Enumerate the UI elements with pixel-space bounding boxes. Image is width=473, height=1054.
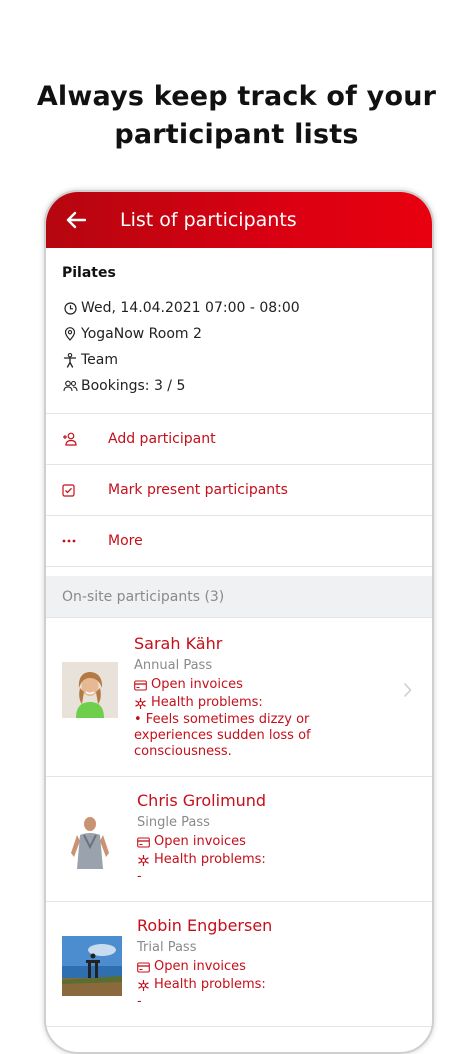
- course-datetime-row: Wed, 14.04.2021 07:00 - 08:00: [62, 295, 416, 321]
- course-name: Pilates: [62, 265, 116, 281]
- marketing-headline: Always keep track of your participant li…: [0, 78, 473, 154]
- open-invoices[interactable]: Open invoices: [137, 833, 266, 851]
- participant-name: Sarah Kähr: [134, 634, 223, 653]
- mark-present-button[interactable]: Mark present participants: [46, 465, 432, 516]
- health-problems-detail: -: [137, 869, 142, 884]
- course-bookings: Bookings: 3 / 5: [81, 378, 186, 394]
- health-problems-detail: -: [137, 994, 142, 1009]
- avatar: [62, 936, 122, 996]
- add-participant-label: Add participant: [108, 431, 216, 447]
- phone-frame: List of participants Pilates Wed, 14.04.…: [44, 190, 434, 1054]
- open-invoices[interactable]: Open invoices: [134, 676, 384, 694]
- course-bookings-row: Bookings: 3 / 5: [62, 373, 416, 399]
- person-stretch-icon: [62, 352, 78, 368]
- health-problems: Health problems:: [137, 851, 266, 869]
- checkbox-icon: [46, 483, 92, 497]
- participant-row[interactable]: Robin Engbersen Trial Pass Open invoices…: [46, 902, 432, 1027]
- course-info: Pilates Wed, 14.04.2021 07:00 - 08:00 Yo…: [46, 248, 432, 414]
- health-icon: [137, 853, 151, 867]
- clock-icon: [62, 300, 78, 316]
- avatar: [62, 813, 118, 869]
- health-problems-label: Health problems:: [154, 852, 266, 867]
- chevron-right-icon[interactable]: [403, 682, 412, 698]
- health-problems: Health problems:: [134, 694, 384, 712]
- participant-name: Chris Grolimund: [137, 791, 267, 810]
- app-bar: List of participants: [46, 192, 432, 248]
- course-location: YogaNow Room 2: [81, 326, 202, 342]
- participant-row[interactable]: Chris Grolimund Single Pass Open invoice…: [46, 777, 432, 902]
- credit-card-icon: [137, 835, 151, 849]
- more-button[interactable]: More: [46, 516, 432, 567]
- headline-line-1: Always keep track of your: [36, 81, 437, 112]
- add-person-icon: [46, 432, 92, 446]
- add-participant-button[interactable]: Add participant: [46, 414, 432, 465]
- health-problems-detail: • Feels sometimes dizzy or experiences s…: [134, 712, 311, 759]
- health-icon: [137, 978, 151, 992]
- section-header: On-site participants (3): [46, 576, 432, 618]
- page-title: List of participants: [120, 209, 297, 231]
- arrow-left-icon: [66, 211, 86, 229]
- participant-pass: Trial Pass: [137, 940, 197, 955]
- headline-line-2: participant lists: [114, 119, 359, 150]
- participant-name: Robin Engbersen: [137, 916, 273, 935]
- open-invoices[interactable]: Open invoices: [137, 958, 272, 976]
- location-pin-icon: [62, 326, 78, 342]
- health-problems: Health problems:: [137, 976, 272, 994]
- mark-present-label: Mark present participants: [108, 482, 288, 498]
- course-category-row: Team: [62, 347, 416, 373]
- avatar: [62, 662, 118, 718]
- more-label: More: [108, 533, 143, 549]
- credit-card-icon: [134, 678, 148, 692]
- course-datetime: Wed, 14.04.2021 07:00 - 08:00: [81, 300, 300, 316]
- credit-card-icon: [137, 960, 151, 974]
- health-problems-label: Health problems:: [154, 977, 266, 992]
- health-problems-label: Health problems:: [151, 695, 263, 710]
- back-button[interactable]: [46, 192, 106, 248]
- participant-pass: Annual Pass: [134, 658, 213, 673]
- course-category: Team: [81, 352, 119, 368]
- course-location-row: YogaNow Room 2: [62, 321, 416, 347]
- participant-pass: Single Pass: [137, 815, 210, 830]
- open-invoices-label: Open invoices: [151, 677, 243, 692]
- people-icon: [62, 378, 78, 394]
- health-icon: [134, 696, 148, 710]
- participant-row[interactable]: Sarah Kähr Annual Pass Open invoices Hea…: [46, 618, 432, 777]
- open-invoices-label: Open invoices: [154, 959, 246, 974]
- open-invoices-label: Open invoices: [154, 834, 246, 849]
- more-dots-icon: [46, 539, 92, 543]
